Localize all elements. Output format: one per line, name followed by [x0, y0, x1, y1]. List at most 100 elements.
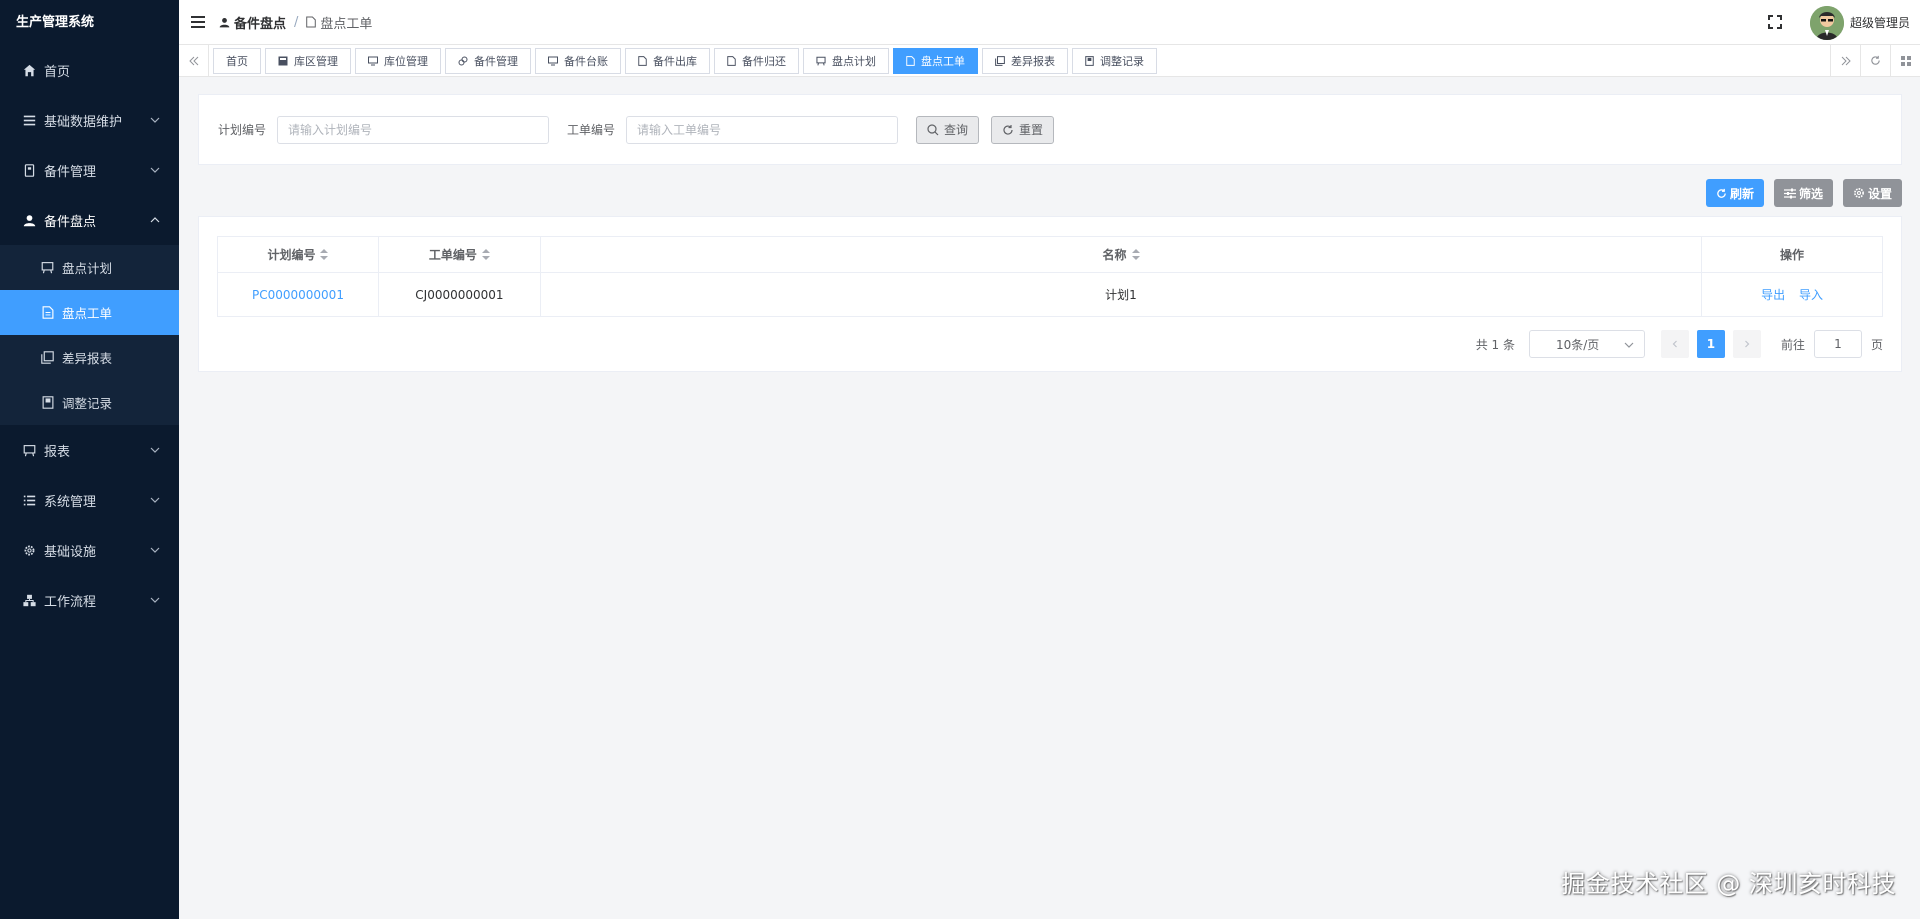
box-icon: [278, 56, 288, 66]
next-page-button[interactable]: [1732, 330, 1761, 358]
tag-area-management[interactable]: 库区管理: [265, 47, 351, 74]
tag-parts-return[interactable]: 备件归还: [714, 47, 799, 74]
tag-count-order[interactable]: 盘点工单: [893, 47, 978, 74]
breadcrumb-item[interactable]: 备件盘点: [219, 13, 286, 32]
scroll-left-icon[interactable]: [179, 45, 209, 76]
chevron-down-icon: [149, 544, 161, 556]
pagination-total: 共 1 条: [1475, 337, 1515, 352]
document-icon: [638, 55, 647, 66]
prev-page-button[interactable]: [1660, 330, 1689, 358]
submenu-parts-inventory: 盘点计划 盘点工单 差异报表 调整记录: [0, 245, 179, 425]
filter-button[interactable]: 筛选: [1773, 179, 1833, 207]
cart-icon: [22, 443, 36, 457]
copy-icon: [995, 55, 1005, 66]
monitor-icon: [368, 56, 378, 66]
tag-label: 备件出库: [653, 54, 697, 68]
export-link[interactable]: 导出: [1761, 288, 1785, 302]
tag-label: 差异报表: [1011, 54, 1055, 68]
table-row: PC0000000001 CJ0000000001 计划1 导出 导入: [217, 272, 1883, 317]
import-link[interactable]: 导入: [1799, 288, 1823, 302]
refresh-icon: [1002, 124, 1014, 136]
page-number-current[interactable]: 1: [1696, 330, 1725, 358]
plan-no-link[interactable]: PC0000000001: [252, 288, 344, 302]
tag-parts-management[interactable]: 备件管理: [445, 47, 531, 74]
sidebar-item-count-plan[interactable]: 盘点计划: [0, 245, 179, 290]
sidebar-item-system[interactable]: 系统管理: [0, 475, 179, 525]
pagination-goto: 前往 页: [1781, 330, 1883, 358]
page-size-select[interactable]: 10条/页: [1528, 330, 1645, 358]
refresh-icon: [1716, 188, 1727, 199]
sidebar-item-basic-data[interactable]: 基础数据维护: [0, 95, 179, 145]
plan-number-input[interactable]: [277, 115, 550, 144]
column-header-label: 计划编号: [267, 248, 316, 262]
device-icon: [22, 163, 36, 177]
sidebar-item-label: 基础数据维护: [44, 114, 123, 130]
data-table: 计划编号 工单编号 名称 操作 PC0000000001 CJ000000000…: [217, 236, 1883, 317]
reset-button[interactable]: 重置: [991, 115, 1055, 144]
goto-page-input[interactable]: [1813, 330, 1862, 358]
column-header-label: 名称: [1102, 248, 1127, 262]
header-right: 超级管理员: [1767, 0, 1920, 45]
sidebar-item-parts-inventory[interactable]: 备件盘点: [0, 195, 179, 245]
tag-location-management[interactable]: 库位管理: [355, 47, 441, 74]
sidebar-item-workflow[interactable]: 工作流程: [0, 575, 179, 625]
username[interactable]: 超级管理员: [1850, 14, 1910, 31]
cell-name: 计划1: [539, 272, 1703, 317]
grid-menu-icon[interactable]: [1890, 45, 1920, 76]
avatar[interactable]: [1809, 5, 1844, 40]
sidebar-item-parts-management[interactable]: 备件管理: [0, 145, 179, 195]
gear-icon: [1853, 187, 1865, 199]
sidebar: 生产管理系统 首页 基础数据维护 备件管理 备件盘点 盘点计划 盘点工单 差异报…: [0, 0, 179, 919]
table-toolbar: 刷新 筛选 设置: [1696, 179, 1902, 207]
cell-order-no: CJ0000000001: [377, 272, 541, 317]
settings-button[interactable]: 设置: [1842, 179, 1902, 207]
query-button[interactable]: 查询: [916, 115, 980, 144]
cell-plan-no: PC0000000001: [217, 272, 379, 317]
app-title: 生产管理系统: [16, 15, 95, 30]
sidebar-item-diff-report[interactable]: 差异报表: [0, 335, 179, 380]
sort-icon[interactable]: [320, 248, 329, 263]
column-header-plan-no[interactable]: 计划编号: [217, 236, 379, 273]
sidebar-item-infrastructure[interactable]: 基础设施: [0, 525, 179, 575]
tag-label: 盘点工单: [921, 54, 965, 68]
column-header-order-no[interactable]: 工单编号: [377, 236, 541, 273]
query-button-label: 查询: [944, 123, 969, 137]
refresh-button[interactable]: 刷新: [1705, 179, 1764, 207]
tag-count-plan[interactable]: 盘点计划: [803, 47, 889, 74]
tag-parts-ledger[interactable]: 备件台账: [535, 47, 621, 74]
tag-parts-outbound[interactable]: 备件出库: [625, 47, 710, 74]
breadcrumb-label: 盘点工单: [320, 16, 373, 32]
tag-home[interactable]: 首页: [213, 47, 261, 74]
sidebar-item-adjust-record[interactable]: 调整记录: [0, 380, 179, 425]
sort-icon[interactable]: [1131, 248, 1140, 263]
tags-bar-controls: [1830, 45, 1920, 76]
sidebar-item-count-order[interactable]: 盘点工单: [0, 290, 179, 335]
chevron-up-icon: [149, 214, 161, 226]
chevron-down-icon: [149, 494, 161, 506]
tag-label: 备件归还: [742, 54, 786, 68]
fullscreen-icon[interactable]: [1767, 14, 1784, 31]
reset-button-label: 重置: [1019, 123, 1044, 137]
sidebar-item-reports[interactable]: 报表: [0, 425, 179, 475]
sidebar-item-label: 首页: [44, 64, 71, 80]
sidebar-item-home[interactable]: 首页: [0, 45, 179, 95]
book-icon: [1085, 55, 1094, 66]
hamburger-icon[interactable]: [191, 16, 205, 28]
plan-number-label: 计划编号: [218, 123, 267, 137]
cell-actions: 导出 导入: [1701, 272, 1883, 317]
tag-label: 备件台账: [564, 54, 608, 68]
chevron-down-icon: [149, 594, 161, 606]
user-icon: [219, 17, 230, 28]
sort-icon[interactable]: [481, 248, 490, 263]
order-number-input[interactable]: [626, 115, 899, 144]
tag-label: 调整记录: [1100, 54, 1144, 68]
column-header-name[interactable]: 名称: [539, 236, 1703, 273]
sidebar-item-label: 盘点工单: [62, 306, 113, 321]
refresh-icon[interactable]: [1860, 45, 1890, 76]
scroll-right-icon[interactable]: [1830, 45, 1860, 76]
chevron-down-icon: [149, 114, 161, 126]
table-header-row: 计划编号 工单编号 名称 操作: [217, 236, 1883, 273]
cart-icon: [41, 261, 54, 274]
tag-diff-report[interactable]: 差异报表: [982, 47, 1068, 74]
tag-adjust-record[interactable]: 调整记录: [1072, 47, 1157, 74]
